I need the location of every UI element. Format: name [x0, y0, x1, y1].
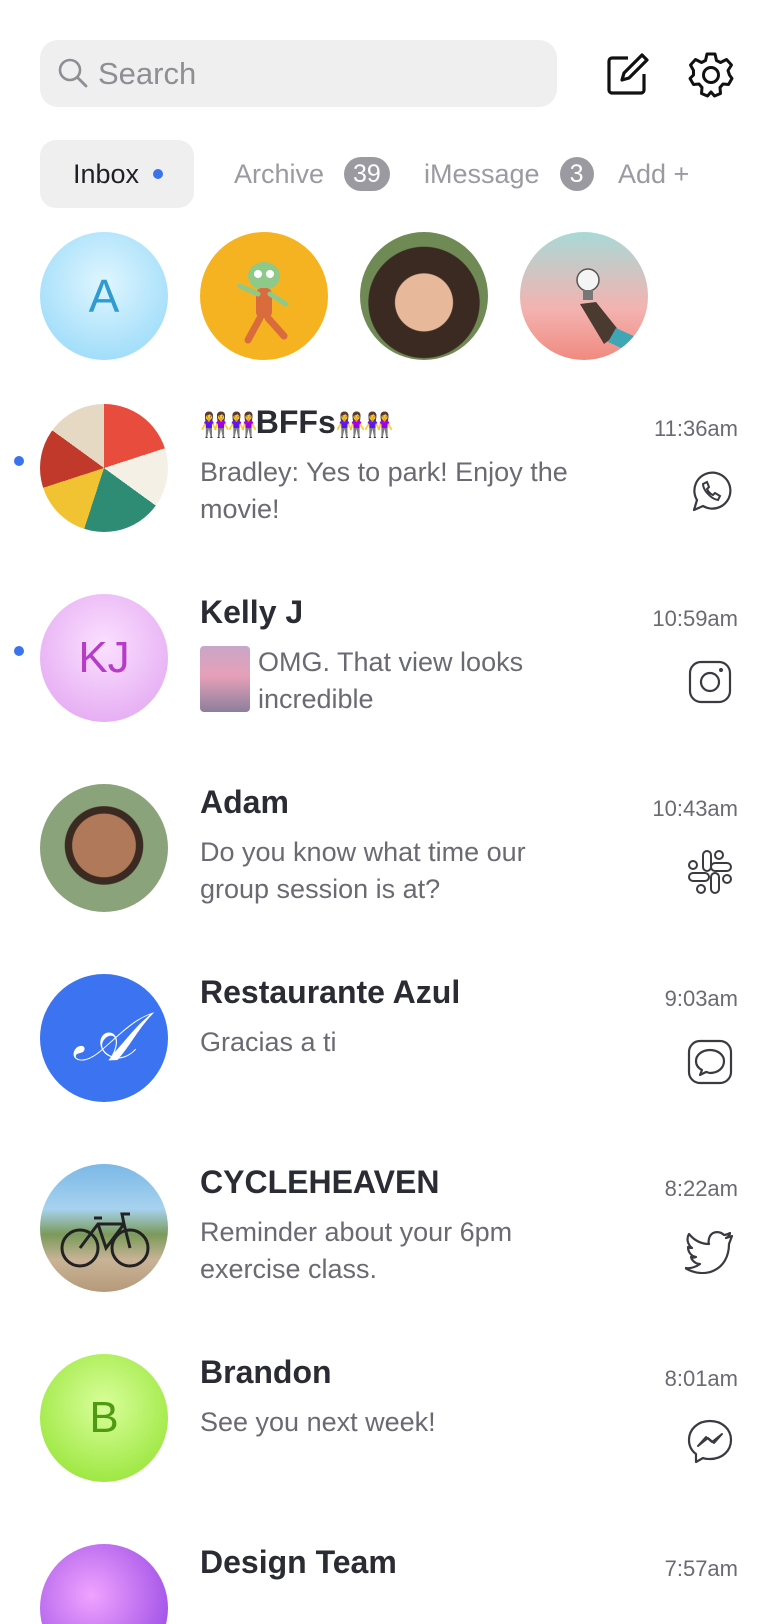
conversation-name: 👭👭BFFs👭👭: [200, 404, 394, 440]
conversation-time: 10:59am: [652, 606, 738, 631]
conversation-row-adam[interactable]: Adam Do you know what time our group ses…: [0, 776, 780, 966]
avatar-kelly: KJ: [40, 594, 168, 722]
conversation-name: Kelly J: [200, 594, 304, 630]
story-avatar-lightbulb[interactable]: [520, 232, 648, 360]
settings-button[interactable]: [686, 50, 736, 100]
tab-archive[interactable]: Archive 39: [234, 140, 390, 208]
conversation-name: Brandon: [200, 1354, 332, 1390]
story-avatar-character[interactable]: [200, 232, 328, 360]
conversation-time: 8:01am: [664, 1366, 738, 1391]
tab-imessage[interactable]: iMessage 3: [424, 140, 594, 208]
conversation-row-brandon[interactable]: B Brandon See you next week! 8:01am: [0, 1346, 780, 1536]
story-avatar-a[interactable]: A: [40, 232, 168, 360]
whatsapp-icon: [684, 466, 736, 518]
conversation-time: 8:22am: [664, 1176, 738, 1201]
message-bubble-icon: [684, 1036, 736, 1088]
slack-icon: [684, 846, 736, 898]
archive-count-badge: 39: [344, 157, 390, 191]
conversation-name: CYCLEHEAVEN: [200, 1164, 440, 1200]
conversation-name: Adam: [200, 784, 289, 820]
imessage-count-badge: 3: [559, 157, 594, 191]
bicycle-photo: [60, 1212, 150, 1268]
conversation-name: Restaurante Azul: [200, 974, 461, 1010]
conversation-preview: Gracias a ti: [200, 1027, 337, 1057]
avatar-design-team: [40, 1544, 168, 1624]
conversation-time: 11:36am: [654, 416, 738, 441]
unread-dot: [14, 456, 24, 466]
story-avatar-woman[interactable]: [360, 232, 488, 360]
tab-add[interactable]: Add +: [618, 140, 689, 208]
twitter-icon: [684, 1226, 736, 1278]
tab-inbox-label: Inbox: [73, 158, 140, 189]
tab-archive-label: Archive: [234, 158, 325, 189]
unread-indicator: [153, 169, 164, 179]
avatar-cycleheaven: [40, 1164, 168, 1292]
tab-inbox[interactable]: Inbox: [40, 140, 194, 208]
messenger-icon: [684, 1416, 736, 1468]
filter-tabs: Inbox Archive 39 iMessage 3 Add +: [40, 140, 760, 208]
conversation-preview: Reminder about your 6pm exercise class.: [200, 1217, 513, 1284]
lightbulb-photo: [576, 268, 638, 352]
conversation-preview: OMG. That view looks incredible: [258, 647, 524, 714]
search-icon: [58, 58, 88, 88]
photo-thumbnail: [200, 646, 250, 712]
conversation-row-design-team[interactable]: Design Team 7:57am: [0, 1536, 780, 1624]
conversation-row-restaurante[interactable]: 𝒜 Restaurante Azul Gracias a ti 9:03am: [0, 966, 780, 1156]
character-illustration: [237, 262, 289, 344]
tab-imessage-label: iMessage: [424, 158, 540, 189]
people-emoji-icon: 👭👭: [200, 412, 258, 439]
compose-button[interactable]: [602, 50, 652, 100]
conversation-time: 9:03am: [664, 986, 738, 1011]
search-input[interactable]: [98, 40, 538, 107]
conversation-preview: Do you know what time our group session …: [200, 837, 526, 904]
stories-row: A: [40, 232, 740, 360]
tab-add-label: Add +: [618, 158, 690, 189]
avatar-restaurante-logo: 𝒜: [40, 974, 168, 1102]
unread-dot: [14, 646, 24, 656]
conversation-preview: Bradley: Yes to park! Enjoy the movie!: [200, 457, 568, 524]
avatar-initials: B: [89, 1393, 119, 1442]
conversation-row-kelly[interactable]: KJ Kelly J OMG. That view looks incredib…: [0, 586, 780, 776]
conversation-name: Design Team: [200, 1544, 397, 1580]
people-emoji-icon: 👭👭: [335, 412, 394, 439]
compose-icon: [607, 53, 649, 95]
conversation-preview: See you next week!: [200, 1407, 436, 1437]
avatar-adam: [40, 784, 168, 912]
story-avatar-letter: A: [88, 270, 120, 322]
avatar-brandon: B: [40, 1354, 168, 1482]
conversation-row-cycleheaven[interactable]: CYCLEHEAVEN Reminder about your 6pm exer…: [0, 1156, 780, 1346]
instagram-icon: [684, 656, 736, 708]
conversation-time: 7:57am: [664, 1556, 738, 1581]
avatar-bffs: [40, 404, 168, 532]
avatar-initials: KJ: [78, 633, 130, 682]
gear-icon: [688, 52, 734, 98]
conversation-row-bffs[interactable]: 👭👭BFFs👭👭 Bradley: Yes to park! Enjoy the…: [0, 396, 780, 586]
search-bar[interactable]: [40, 40, 557, 107]
conversation-time: 10:43am: [652, 796, 738, 821]
